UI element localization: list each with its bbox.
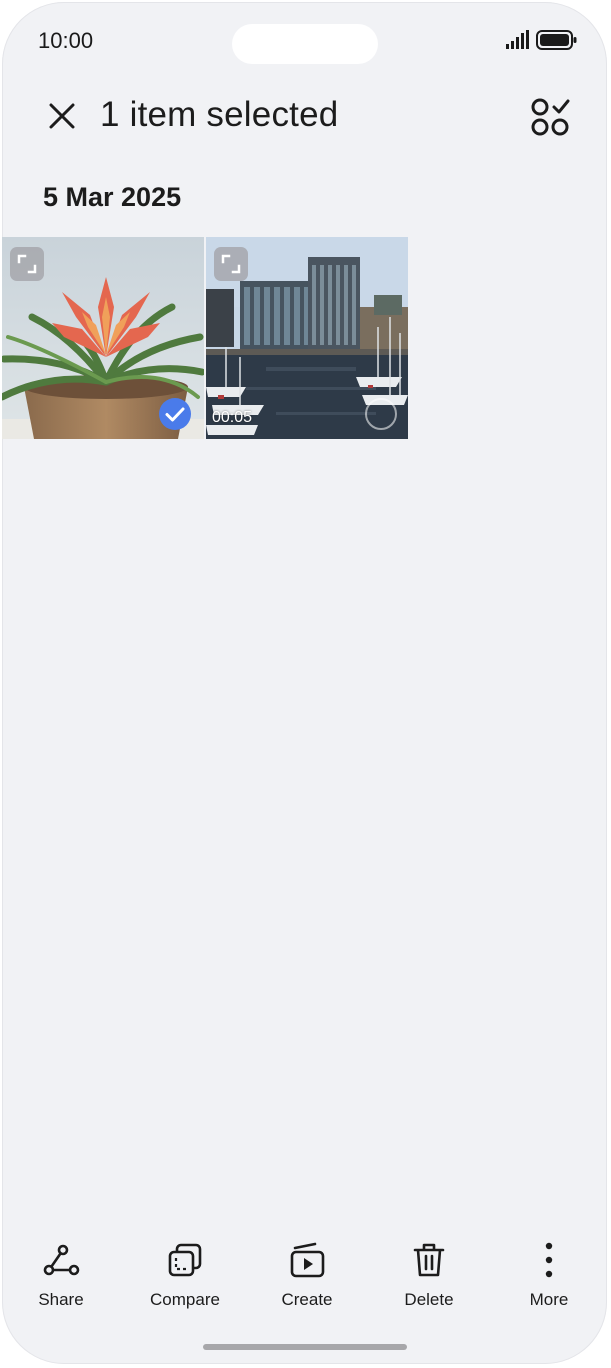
date-header: 5 Mar 2025 [43,182,182,212]
create-icon [290,1242,325,1278]
share-button[interactable]: Share [6,1240,116,1310]
create-label: Create [281,1290,333,1309]
battery-icon [536,30,577,50]
compare-button[interactable]: Compare [130,1240,240,1310]
photo-thumbnail[interactable] [2,237,204,439]
expand-icon[interactable] [214,247,248,281]
selection-circle-icon[interactable] [364,397,398,431]
more-label: More [529,1290,569,1309]
compare-icon [168,1243,202,1277]
expand-icon[interactable] [10,247,44,281]
video-thumbnail[interactable]: 00:05 [206,237,408,439]
phone-screen: 10:00 1 item selected 5 Mar 2025 00:05 S… [2,2,607,1364]
close-icon [49,103,75,129]
more-button[interactable]: More [494,1240,604,1310]
video-duration: 00:05 [212,409,253,426]
close-selection-button[interactable] [42,96,82,136]
delete-button[interactable]: Delete [374,1240,484,1310]
selected-check-icon[interactable] [158,397,192,431]
page-title: 1 item selected [100,95,339,134]
share-icon [43,1244,80,1276]
create-button[interactable]: Create [252,1240,362,1310]
signal-icon [506,30,529,49]
share-label: Share [38,1290,84,1309]
select-all-icon[interactable] [529,96,573,140]
trash-icon [413,1243,445,1277]
camera-notch [232,24,378,64]
compare-label: Compare [150,1290,220,1309]
delete-label: Delete [404,1290,454,1309]
status-time: 10:00 [38,28,94,53]
bottom-action-bar: Share Compare Create Delete More [2,1240,607,1320]
more-vertical-icon [545,1242,553,1278]
home-indicator[interactable] [203,1344,407,1350]
